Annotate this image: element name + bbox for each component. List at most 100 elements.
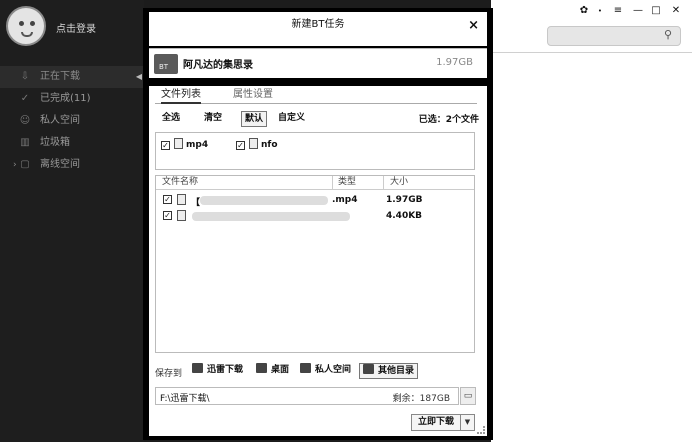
save-to-label: 保存到 bbox=[155, 369, 183, 379]
table-row[interactable]: ✓ 【 .mp4 1.97GB bbox=[156, 192, 474, 208]
save-location-label: 私人空间 bbox=[315, 365, 352, 375]
search-input[interactable]: ⚲ bbox=[547, 26, 681, 46]
selected-count: 已选：2个文件 bbox=[418, 115, 479, 125]
default-button[interactable]: 默认 bbox=[241, 111, 268, 127]
text-file-icon bbox=[177, 210, 186, 221]
search-icon[interactable]: ⚲ bbox=[664, 29, 676, 41]
sidebar-item-label: 已完成(11) bbox=[40, 93, 91, 104]
selection-toolbar: 全选 清空 默认 自定义 已选：2个文件 bbox=[155, 109, 479, 127]
sidebar-item-trash[interactable]: ▥ 垃圾箱 bbox=[0, 132, 144, 154]
task-name: 阿凡达的集思录 bbox=[183, 60, 253, 71]
cloud-box-icon: ▢ bbox=[20, 159, 30, 170]
title-bar: ✿ • ≡ — □ ✕ bbox=[491, 0, 692, 24]
checkbox[interactable]: ✓ bbox=[161, 141, 170, 150]
column-divider[interactable] bbox=[332, 176, 333, 189]
sidebar-item-label: 离线空间 bbox=[40, 159, 80, 170]
download-options-dropdown[interactable]: ▼ bbox=[461, 414, 475, 431]
save-location-label: 其他目录 bbox=[378, 366, 415, 376]
save-path-value: F:\迅雷下载\ bbox=[160, 394, 210, 404]
save-location-thunder[interactable]: 迅雷下载 bbox=[189, 363, 246, 379]
free-space: 剩余：187GB bbox=[392, 394, 450, 404]
sidebar-item-label: 正在下载 bbox=[40, 71, 80, 82]
sidebar-nav: ⇩ 正在下载 ◀ ✓ 已完成(11) ☺ 私人空间 ▥ 垃圾箱 › ▢ 离线空间 bbox=[0, 66, 144, 176]
save-location-label: 迅雷下载 bbox=[207, 365, 244, 375]
notification-dot-icon[interactable]: • bbox=[593, 4, 607, 18]
save-location-other[interactable]: 其他目录 bbox=[359, 363, 419, 379]
thunder-folder-icon bbox=[192, 363, 203, 373]
chevron-right-icon[interactable]: › bbox=[13, 154, 17, 176]
task-size: 1.97GB bbox=[436, 57, 473, 68]
private-space-icon bbox=[300, 363, 311, 373]
type-filter-label: mp4 bbox=[186, 140, 209, 150]
column-divider[interactable] bbox=[383, 176, 384, 189]
tab-properties[interactable]: 属性设置 bbox=[233, 88, 273, 104]
file-name-prefix: 【 bbox=[191, 198, 201, 208]
divider bbox=[491, 52, 692, 53]
other-folder-icon bbox=[363, 364, 374, 374]
checkbox[interactable]: ✓ bbox=[236, 141, 245, 150]
save-location-private[interactable]: 私人空间 bbox=[297, 363, 354, 379]
type-filter-label: nfo bbox=[261, 140, 278, 150]
dialog-title: 新建BT任务 bbox=[291, 19, 345, 30]
sidebar-item-completed[interactable]: ✓ 已完成(11) bbox=[0, 88, 144, 110]
login-link[interactable]: 点击登录 bbox=[56, 20, 96, 35]
type-filter-nfo[interactable]: ✓ nfo bbox=[236, 138, 278, 150]
sidebar-item-label: 私人空间 bbox=[40, 115, 80, 126]
paw-icon[interactable]: ✿ bbox=[577, 4, 591, 18]
person-icon: ☺ bbox=[19, 115, 31, 126]
new-bt-task-dialog: 新建BT任务 × BT 阿凡达的集思录 1.97GB 文件列表 属性设置 全选 … bbox=[143, 8, 493, 440]
nfo-file-icon bbox=[249, 138, 258, 149]
download-arrow-icon: ⇩ bbox=[20, 71, 30, 82]
close-window-icon[interactable]: ✕ bbox=[669, 4, 683, 18]
column-header-name[interactable]: 文件名称 bbox=[162, 176, 198, 189]
custom-button[interactable]: 自定义 bbox=[275, 111, 308, 127]
tab-file-list[interactable]: 文件列表 bbox=[161, 88, 201, 104]
menu-icon[interactable]: ≡ bbox=[611, 4, 625, 18]
trash-icon: ▥ bbox=[20, 137, 30, 148]
clear-button[interactable]: 清空 bbox=[201, 111, 225, 127]
sidebar: 点击登录 ⇩ 正在下载 ◀ ✓ 已完成(11) ☺ 私人空间 ▥ 垃圾箱 › ▢ 离线空间 bbox=[0, 0, 144, 442]
task-summary: BT 阿凡达的集思录 1.97GB bbox=[149, 48, 487, 78]
thunder-app: 点击登录 ⇩ 正在下载 ◀ ✓ 已完成(11) ☺ 私人空间 ▥ 垃圾箱 › ▢ 离线空间… bbox=[0, 0, 692, 442]
column-header-type[interactable]: 类型 bbox=[338, 176, 356, 189]
download-now-button[interactable]: 立即下载 bbox=[411, 414, 461, 431]
avatar-mouth bbox=[21, 32, 33, 37]
avatar-eye-right bbox=[30, 21, 35, 26]
file-name-suffix: .mp4 bbox=[332, 195, 358, 205]
file-size: 4.40KB bbox=[386, 211, 423, 221]
browse-folder-button[interactable]: ▭ bbox=[460, 387, 476, 405]
redacted-filename bbox=[200, 196, 328, 205]
chevron-down-icon: ▼ bbox=[464, 418, 471, 426]
minimize-icon[interactable]: — bbox=[631, 4, 645, 18]
avatar-eye-left bbox=[19, 21, 24, 26]
collapse-caret-icon[interactable]: ◀ bbox=[136, 66, 142, 88]
column-header-size[interactable]: 大小 bbox=[390, 176, 408, 189]
type-filter-mp4[interactable]: ✓ mp4 bbox=[161, 138, 208, 150]
close-icon[interactable]: × bbox=[468, 13, 479, 39]
header-divider bbox=[156, 189, 474, 190]
save-location-desktop[interactable]: 桌面 bbox=[253, 363, 292, 379]
sidebar-item-private[interactable]: ☺ 私人空间 bbox=[0, 110, 144, 132]
dialog-title-bar: 新建BT任务 × bbox=[149, 12, 487, 46]
table-row[interactable]: ✓ 4.40KB bbox=[156, 208, 474, 224]
avatar[interactable] bbox=[6, 6, 46, 46]
sidebar-item-offline[interactable]: › ▢ 离线空间 bbox=[0, 154, 144, 176]
desktop-icon bbox=[256, 363, 267, 373]
bt-icon-label: BT bbox=[159, 63, 169, 71]
row-checkbox[interactable]: ✓ bbox=[163, 195, 172, 204]
bt-file-icon: BT bbox=[154, 54, 178, 74]
video-file-icon bbox=[177, 194, 186, 205]
save-location-row: 保存到 迅雷下载 桌面 私人空间 其他目录 bbox=[155, 362, 479, 380]
video-file-icon bbox=[174, 138, 183, 149]
maximize-icon[interactable]: □ bbox=[649, 4, 663, 18]
row-checkbox[interactable]: ✓ bbox=[163, 211, 172, 220]
select-all-button[interactable]: 全选 bbox=[159, 111, 183, 127]
check-circle-icon: ✓ bbox=[20, 93, 30, 104]
resize-grip-icon[interactable] bbox=[477, 426, 485, 434]
sidebar-item-downloading[interactable]: ⇩ 正在下载 ◀ bbox=[0, 66, 144, 88]
save-path-field[interactable]: F:\迅雷下载\ 剩余：187GB bbox=[155, 387, 459, 405]
folder-icon: ▭ bbox=[463, 391, 473, 401]
file-size: 1.97GB bbox=[386, 195, 423, 205]
main-pane: ✿ • ≡ — □ ✕ ⚲ bbox=[491, 0, 692, 442]
save-location-label: 桌面 bbox=[271, 365, 290, 375]
